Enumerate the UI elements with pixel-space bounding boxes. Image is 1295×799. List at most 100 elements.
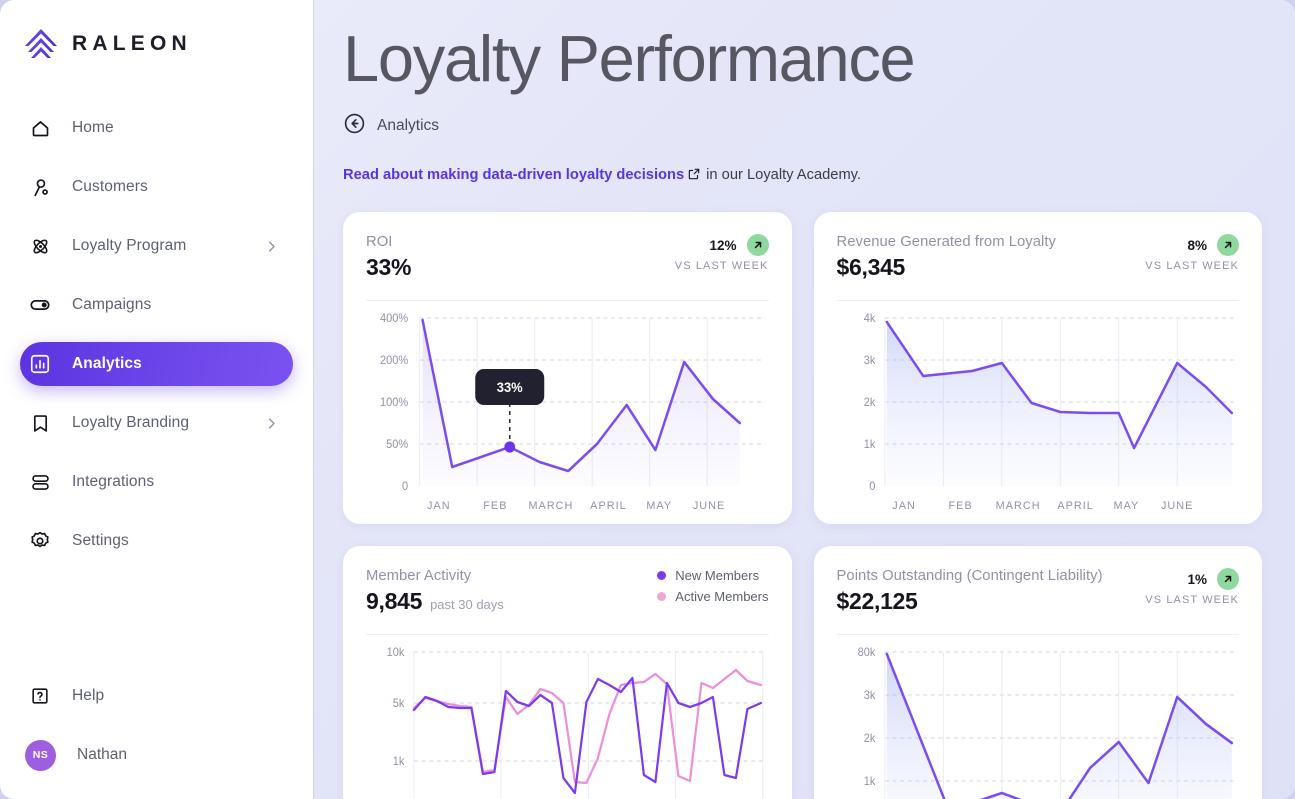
svg-text:200%: 200% [380,355,408,367]
y-axis-labels: 80k 3k 2k 1k [857,647,875,788]
svg-text:JAN: JAN [892,500,916,512]
user-name: Nathan [77,746,127,763]
question-box-icon [25,686,55,706]
sidebar-item-label: Campaigns [72,296,152,313]
delta-percent: 1% [1187,571,1207,587]
toggle-icon [25,294,55,316]
delta-caption: VS LAST WEEK [1145,260,1239,272]
svg-text:MAY: MAY [1113,500,1139,512]
new-members-line [412,676,762,795]
sidebar-item-customers[interactable]: Customers [20,165,293,209]
metrics-grid: ROI 33% 12% VS LAST WEEK 400% 200% 100% … [343,212,1262,799]
chart-points-outstanding: 80k 3k 2k 1k [837,641,1240,799]
arrow-up-right-icon [1217,234,1239,256]
card-points-outstanding: Points Outstanding (Contingent Liability… [813,546,1262,799]
sidebar-footer: Help NS Nathan [20,674,293,777]
brand-name: RALEON [72,32,192,55]
svg-text:3k: 3k [863,690,875,702]
chevron-right-icon [264,239,279,254]
x-axis-labels: JAN FEB MARCH APRIL MAY JUNE [427,500,724,512]
svg-text:APRIL: APRIL [1057,500,1094,512]
svg-text:1k: 1k [863,776,875,788]
avatar: NS [25,739,56,771]
svg-text:0: 0 [402,481,408,493]
svg-text:80k: 80k [857,647,875,659]
svg-text:33%: 33% [497,380,523,395]
svg-text:100%: 100% [380,397,408,409]
user-profile[interactable]: NS Nathan [20,733,293,777]
app-window: RALEON Home Customers Loyalty Program Ca… [0,0,1295,799]
chart-member-activity: 10k 5k 1k 0 [366,641,769,799]
chart-revenue: 4k 3k 2k 1k 0 JAN FEB MARCH APRIL MAY JU… [837,307,1240,519]
sidebar-item-settings[interactable]: Settings [20,519,293,563]
sidebar-item-loyalty-program[interactable]: Loyalty Program [20,224,293,268]
legend-dot [657,592,667,601]
sidebar-item-home[interactable]: Home [20,106,293,150]
arrow-up-right-icon [746,234,769,256]
card-value-sub: past 30 days [430,597,504,612]
area-fill [886,654,1232,799]
svg-text:FEB: FEB [948,500,972,512]
svg-text:3k: 3k [863,355,875,367]
delta-block: 8% VS LAST WEEK [1145,234,1239,272]
sidebar-item-label: Home [72,119,114,136]
sidebar-item-analytics[interactable]: Analytics [20,342,293,386]
breadcrumb-label: Analytics [377,117,440,134]
delta-caption: VS LAST WEEK [1145,594,1239,606]
legend-label: Active Members [675,589,769,604]
svg-text:50%: 50% [386,439,408,451]
y-axis-labels: 10k 5k 1k 0 [387,647,405,768]
card-value: $6,345 [836,254,906,280]
breadcrumb[interactable]: Analytics [343,112,1262,140]
x-axis-labels: JAN FEB MARCH APRIL MAY JUNE [892,500,1192,512]
external-link-icon[interactable] [687,167,701,185]
svg-text:400%: 400% [380,313,408,325]
sidebar: RALEON Home Customers Loyalty Program Ca… [0,0,313,799]
card-member-activity: Member Activity 9,845 past 30 days New Me… [343,546,792,799]
sidebar-item-label: Help [72,687,105,704]
active-members-line [412,668,762,785]
brand[interactable]: RALEON [0,0,313,64]
card-revenue: Revenue Generated from Loyalty $6,345 8%… [813,212,1262,524]
svg-text:2k: 2k [863,733,875,745]
home-icon [25,118,55,139]
sidebar-item-help[interactable]: Help [20,674,293,718]
delta-block: 1% VS LAST WEEK [1145,568,1239,606]
academy-note: Read about making data-driven loyalty de… [343,167,1262,185]
svg-text:5k: 5k [393,698,405,710]
arrow-up-right-icon [1217,568,1239,590]
svg-text:JUNE: JUNE [1160,500,1192,512]
svg-text:JAN: JAN [427,500,451,512]
sidebar-item-label: Integrations [72,473,155,490]
sidebar-item-loyalty-branding[interactable]: Loyalty Branding [20,401,293,445]
sidebar-item-label: Loyalty Branding [72,414,190,431]
svg-text:MAY: MAY [646,500,672,512]
svg-text:4k: 4k [863,313,875,325]
delta-block: 12% VS LAST WEEK [675,234,769,272]
legend-item-active-members: Active Members [657,589,769,604]
y-axis-labels: 400% 200% 100% 50% 0 [380,313,408,493]
chart-roi: 400% 200% 100% 50% 0 JAN FEB MARCH APRIL… [366,307,769,519]
card-title: ROI [366,234,393,250]
sidebar-item-campaigns[interactable]: Campaigns [20,283,293,327]
legend-label: New Members [675,568,760,583]
bookmark-icon [25,413,55,434]
arrow-left-circle-icon[interactable] [343,112,366,140]
academy-link[interactable]: Read about making data-driven loyalty de… [343,167,684,183]
svg-text:MARCH: MARCH [995,500,1040,512]
card-title: Member Activity [366,568,472,584]
legend-dot [657,571,667,580]
bar-chart-icon [25,353,55,375]
sidebar-item-integrations[interactable]: Integrations [20,460,293,504]
legend-item-new-members: New Members [657,568,759,583]
svg-text:APRIL: APRIL [590,500,627,512]
chevron-right-icon [264,416,279,431]
academy-tail: in our Loyalty Academy. [706,167,862,183]
chart-legend: New Members Active Members [657,568,769,604]
sidebar-item-label: Customers [72,178,148,195]
area-fill [886,322,1232,486]
divider [366,634,769,635]
svg-text:1k: 1k [393,756,405,768]
sidebar-item-label: Settings [72,532,129,549]
gear-icon [25,530,55,552]
